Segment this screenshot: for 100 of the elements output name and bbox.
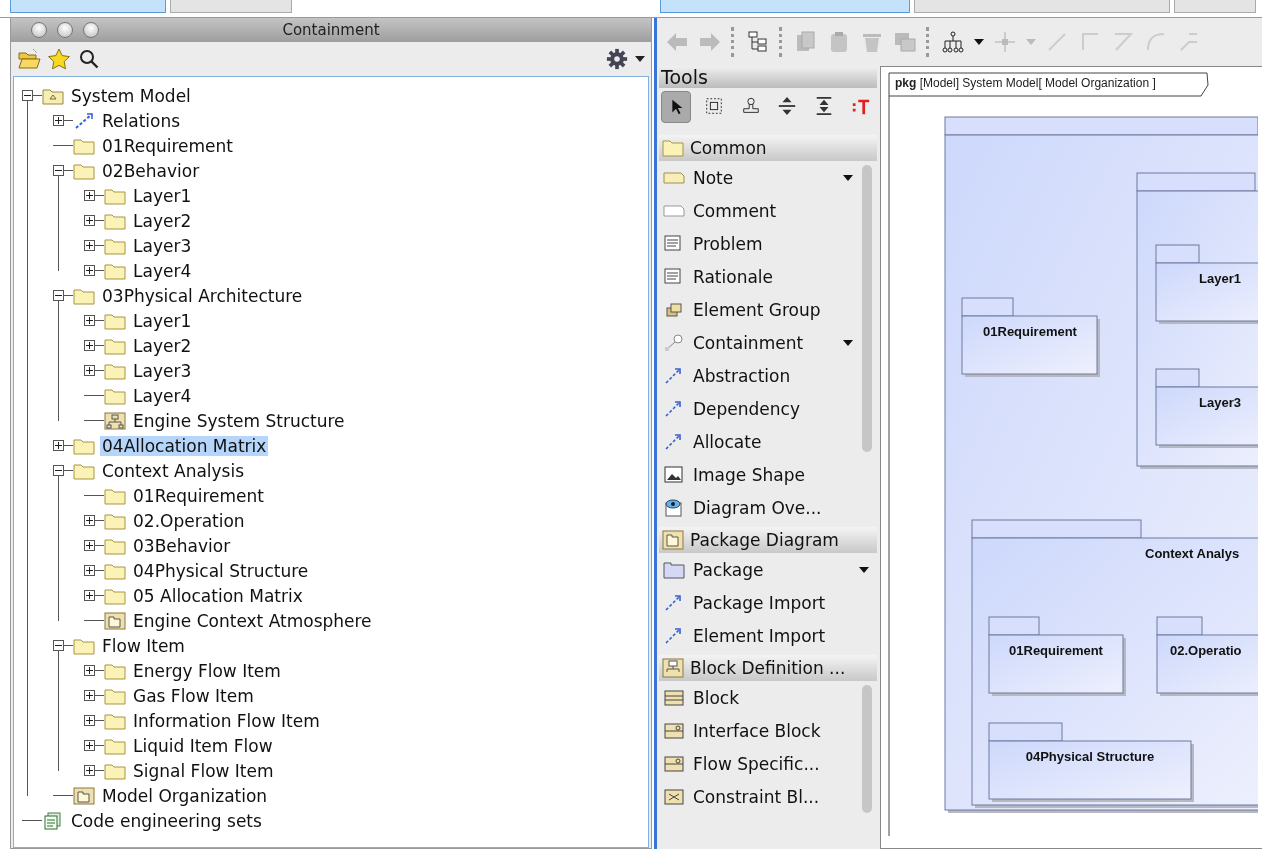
- tree-item[interactable]: Relations: [100, 110, 183, 131]
- palette-item[interactable]: Package: [659, 553, 877, 586]
- expand-toggle[interactable]: [84, 740, 95, 751]
- palette-item[interactable]: Package Import: [659, 586, 877, 619]
- expand-toggle[interactable]: [84, 540, 95, 551]
- tree-item[interactable]: Model Organization: [100, 785, 270, 806]
- scrollbar[interactable]: [861, 685, 873, 813]
- expand-toggle[interactable]: [84, 340, 95, 351]
- folder-icon: [104, 536, 126, 555]
- collapse-toggle[interactable]: [53, 165, 64, 176]
- tree-item[interactable]: System Model: [69, 85, 193, 106]
- tree-item[interactable]: 03Physical Architecture: [100, 285, 305, 306]
- package-tab: [961, 297, 1014, 317]
- tree-item[interactable]: Liquid Item Flow: [131, 735, 275, 756]
- collapse-toggle[interactable]: [53, 640, 64, 651]
- window-control[interactable]: [57, 22, 73, 38]
- palette-item[interactable]: Rationale: [659, 260, 861, 293]
- tree-item[interactable]: 01Requirement: [131, 485, 266, 506]
- tree-item[interactable]: Gas Flow Item: [131, 685, 256, 706]
- tree-item[interactable]: 04Allocation Matrix: [100, 435, 269, 456]
- caret-icon[interactable]: [974, 39, 984, 45]
- expand-toggle[interactable]: [53, 440, 64, 451]
- settings-icon[interactable]: [605, 48, 629, 70]
- package-shape[interactable]: [961, 315, 1100, 377]
- tree-item[interactable]: Information Flow Item: [131, 710, 322, 731]
- palette-item[interactable]: Constraint Bl...: [659, 780, 861, 813]
- caret-icon[interactable]: [859, 566, 869, 573]
- tree-item[interactable]: Layer1: [131, 310, 194, 331]
- expand-toggle[interactable]: [84, 715, 95, 726]
- tree-item[interactable]: Flow Item: [100, 635, 187, 656]
- palette-item[interactable]: Containment: [659, 326, 861, 359]
- palette-item[interactable]: Problem: [659, 227, 861, 260]
- block-diagram-icon: [662, 658, 684, 678]
- document-stack-icon: [42, 811, 64, 830]
- tree-item[interactable]: 05 Allocation Matrix: [131, 585, 305, 606]
- folder-icon: [104, 511, 126, 530]
- tree-item[interactable]: 03Behavior: [131, 535, 233, 556]
- expand-toggle[interactable]: [84, 590, 95, 601]
- expand-toggle[interactable]: [84, 315, 95, 326]
- expand-toggle[interactable]: [84, 190, 95, 201]
- tree-item[interactable]: Engine Context Atmosphere: [131, 610, 374, 631]
- palette-item[interactable]: Element Import: [659, 619, 877, 652]
- caret-icon[interactable]: [843, 339, 853, 346]
- palette-item[interactable]: Comment: [659, 194, 861, 227]
- tree-item[interactable]: 04Physical Structure: [131, 560, 311, 581]
- tree-item[interactable]: Signal Flow Item: [131, 760, 276, 781]
- pointer-icon[interactable]: [661, 91, 691, 123]
- expand-toggle[interactable]: [53, 115, 64, 126]
- folder-icon: [104, 361, 126, 380]
- collapse-toggle[interactable]: [53, 290, 64, 301]
- search-icon[interactable]: [77, 48, 101, 70]
- palette-item[interactable]: Image Shape: [659, 458, 861, 491]
- expand-toggle[interactable]: [84, 665, 95, 676]
- tree-item[interactable]: Code engineering sets: [69, 810, 264, 831]
- palette-item[interactable]: Diagram Ove...: [659, 491, 861, 524]
- tree-item[interactable]: 02Behavior: [100, 160, 202, 181]
- expand-toggle[interactable]: [84, 365, 95, 376]
- tree-item[interactable]: Layer3: [131, 235, 194, 256]
- palette-item[interactable]: Element Group: [659, 293, 861, 326]
- tree-item[interactable]: Energy Flow Item: [131, 660, 283, 681]
- tree-item[interactable]: 02.Operation: [131, 510, 247, 531]
- package-shape[interactable]: [988, 634, 1126, 696]
- expand-toggle[interactable]: [84, 265, 95, 276]
- expand-toggle[interactable]: [84, 765, 95, 776]
- tree-item[interactable]: Layer2: [131, 210, 194, 231]
- tree-structure-icon[interactable]: [746, 30, 770, 54]
- collapse-toggle[interactable]: [53, 465, 64, 476]
- package-shape[interactable]: [988, 740, 1194, 802]
- tree-item[interactable]: Layer1: [131, 185, 194, 206]
- caret-icon[interactable]: [843, 174, 853, 181]
- palette-item[interactable]: Flow Specific...: [659, 747, 861, 780]
- window-control[interactable]: [31, 22, 47, 38]
- open-folder-icon[interactable]: [17, 48, 41, 70]
- palette-item[interactable]: Abstraction: [659, 359, 861, 392]
- tree-item[interactable]: Layer4: [131, 385, 194, 406]
- tree-item[interactable]: Context Analysis: [100, 460, 247, 481]
- palette-item[interactable]: Note: [659, 161, 861, 194]
- expand-toggle[interactable]: [84, 515, 95, 526]
- palette-section-header[interactable]: Common: [659, 135, 877, 161]
- palette-item[interactable]: Dependency: [659, 392, 861, 425]
- expand-toggle[interactable]: [84, 565, 95, 576]
- palette-item[interactable]: Allocate: [659, 425, 861, 458]
- palette-item[interactable]: Interface Block: [659, 714, 861, 747]
- caret-icon[interactable]: [635, 56, 645, 62]
- hierarchy-icon[interactable]: [941, 30, 965, 54]
- expand-toggle[interactable]: [84, 215, 95, 226]
- tree-item[interactable]: 01Requirement: [100, 135, 235, 156]
- window-control[interactable]: [83, 22, 99, 38]
- collapse-toggle[interactable]: [22, 90, 33, 101]
- tree-item[interactable]: Layer2: [131, 335, 194, 356]
- tree-item[interactable]: Layer4: [131, 260, 194, 281]
- palette-section-header[interactable]: Package Diagram: [659, 527, 877, 553]
- palette-item[interactable]: Block: [659, 681, 861, 714]
- tree-item[interactable]: Engine System Structure: [131, 410, 347, 431]
- expand-toggle[interactable]: [84, 240, 95, 251]
- package-shape[interactable]: [1156, 634, 1258, 696]
- tree-item[interactable]: Layer3: [131, 360, 194, 381]
- expand-toggle[interactable]: [84, 690, 95, 701]
- star-icon[interactable]: [47, 48, 71, 70]
- palette-section-header[interactable]: Block Definition ...: [659, 655, 877, 681]
